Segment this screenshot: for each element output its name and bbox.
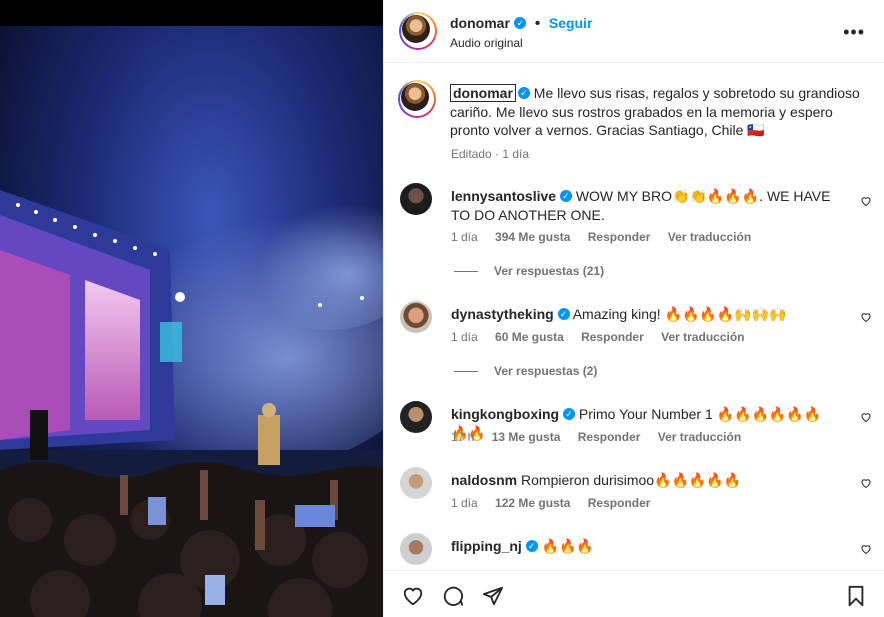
commenter-avatar[interactable]	[400, 401, 432, 433]
verified-icon: ✓	[563, 408, 575, 421]
action-bar	[384, 570, 884, 617]
post-panel: donomar ✓ • Seguir Audio original ••• do…	[383, 0, 884, 617]
comment-icon[interactable]	[441, 585, 465, 607]
reply-button[interactable]: Responder	[581, 330, 644, 344]
follow-button[interactable]: Seguir	[549, 15, 593, 31]
reply-button[interactable]: Responder	[588, 230, 651, 244]
caption-text-block: donomar ✓ Me llevo sus risas, regalos y s…	[450, 84, 870, 140]
commenter-avatar[interactable]	[400, 467, 432, 499]
reply-button[interactable]: Responder	[578, 430, 641, 444]
post-header: donomar ✓ • Seguir Audio original •••	[384, 0, 884, 63]
commenter-username[interactable]: lennysantoslive	[451, 188, 556, 204]
verified-icon: ✓	[514, 16, 527, 29]
comment-meta: 1 día 122 Me gusta Responder	[451, 496, 664, 510]
like-comment-heart-icon[interactable]	[860, 195, 872, 207]
comment-likes[interactable]: 122 Me gusta	[495, 496, 570, 510]
comment-time: 1 día	[451, 330, 478, 344]
verified-icon: ✓	[559, 190, 572, 203]
separator-dot: •	[534, 15, 541, 32]
commenter-avatar[interactable]	[400, 533, 432, 565]
like-comment-heart-icon[interactable]	[860, 411, 872, 423]
like-comment-heart-icon[interactable]	[860, 543, 872, 555]
view-replies-label: Ver respuestas (2)	[494, 364, 598, 378]
comment-text: Amazing king! 🔥🔥🔥🔥🙌🙌🙌	[572, 306, 787, 322]
comment-text: Rompieron durisimoo🔥🔥🔥🔥🔥	[521, 472, 742, 488]
comment-text: 🔥🔥🔥	[541, 538, 594, 554]
share-icon[interactable]	[481, 585, 505, 607]
view-replies-label: Ver respuestas (21)	[494, 264, 605, 278]
reply-button[interactable]: Responder	[588, 496, 651, 510]
author-avatar[interactable]	[399, 12, 437, 50]
comment-body: lennysantoslive ✓ WOW MY BRO👏👏🔥🔥🔥. WE HA…	[451, 187, 831, 224]
caption-avatar[interactable]	[398, 80, 436, 118]
heart-icon[interactable]	[401, 585, 425, 607]
comment-time: 1 día	[451, 230, 478, 244]
commenter-username[interactable]: naldosnm	[451, 472, 517, 488]
translate-button[interactable]: Ver traducción	[668, 230, 751, 244]
comment-time: 17 h	[451, 430, 475, 444]
commenter-username[interactable]: kingkongboxing	[451, 406, 559, 422]
comment-meta: 1 día 60 Me gusta Responder Ver traducci…	[451, 330, 759, 344]
caption-meta: Editado · 1 día	[451, 147, 530, 161]
author-username[interactable]: donomar	[450, 15, 510, 31]
comment-body: naldosnm Rompieron durisimoo🔥🔥🔥🔥🔥	[451, 471, 831, 490]
comment-time: 1 día	[451, 496, 478, 510]
more-icon[interactable]: •••	[843, 22, 865, 43]
commenter-username[interactable]: dynastytheking	[451, 306, 554, 322]
like-comment-heart-icon[interactable]	[860, 311, 872, 323]
verified-icon: ✓	[525, 540, 538, 553]
comment-meta: 17 h 13 Me gusta Responder Ver traducció…	[451, 430, 755, 444]
bookmark-icon[interactable]	[845, 585, 867, 607]
comment-likes[interactable]: 13 Me gusta	[492, 430, 561, 444]
translate-button[interactable]: Ver traducción	[661, 330, 744, 344]
caption-username[interactable]: donomar	[450, 84, 516, 102]
concert-image	[0, 0, 383, 617]
verified-icon: ✓	[557, 308, 570, 321]
verified-icon: ✓	[517, 87, 530, 100]
post-media[interactable]	[0, 0, 383, 617]
comment-body: flipping_nj ✓ 🔥🔥🔥	[451, 537, 831, 556]
commenter-avatar[interactable]	[400, 301, 432, 333]
view-replies-button[interactable]: Ver respuestas (2)	[454, 364, 597, 378]
media-top-bar	[0, 0, 383, 26]
commenter-username[interactable]: flipping_nj	[451, 538, 522, 554]
comment-body: dynastytheking ✓ Amazing king! 🔥🔥🔥🔥🙌🙌🙌	[451, 305, 831, 324]
comment-likes[interactable]: 60 Me gusta	[495, 330, 564, 344]
comment-likes[interactable]: 394 Me gusta	[495, 230, 570, 244]
like-comment-heart-icon[interactable]	[860, 477, 872, 489]
comment-meta: 1 día 394 Me gusta Responder Ver traducc…	[451, 230, 765, 244]
audio-label[interactable]: Audio original	[450, 36, 523, 50]
translate-button[interactable]: Ver traducción	[658, 430, 741, 444]
view-replies-button[interactable]: Ver respuestas (21)	[454, 264, 604, 278]
commenter-avatar[interactable]	[400, 183, 432, 215]
